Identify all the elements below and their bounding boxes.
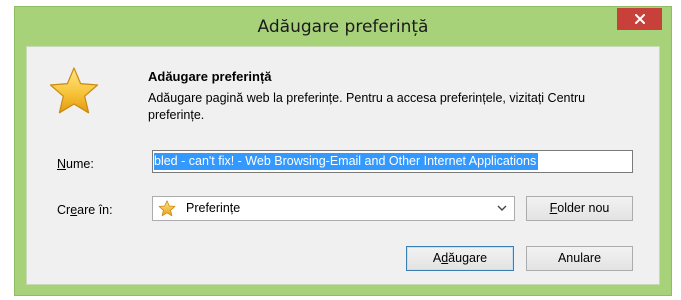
create-in-label: Creare în: [57,203,113,217]
name-label-accel: N [57,157,67,171]
cancel-button[interactable]: Anulare [526,246,633,271]
create-in-selected: Preferințe [186,201,241,215]
name-input-value: bled - can't fix! - Web Browsing-Email a… [154,153,539,170]
close-button[interactable] [617,8,662,30]
close-icon [634,14,645,24]
name-input[interactable]: bled - can't fix! - Web Browsing-Email a… [152,150,633,173]
favorites-folder-star-icon [158,200,176,217]
name-label: Nume: [57,157,94,171]
new-folder-button[interactable]: Folder nou [526,196,633,221]
create-in-dropdown[interactable]: Preferințe [152,196,515,221]
title-bar[interactable]: Adăugare preferință [15,7,671,45]
new-folder-label: older nou [557,201,610,215]
dialog-heading: Adăugare preferință [148,69,272,84]
star-icon [49,67,99,114]
add-label-pre: A [432,251,442,265]
chevron-down-icon [497,205,507,211]
window-title: Adăugare preferință [257,17,429,37]
name-label-text: ume: [66,157,94,171]
add-button[interactable]: Adăugare [406,246,514,271]
add-label-post: ăugare [448,251,488,265]
create-label-pre: Cr [57,203,71,217]
dialog-description: Adăugare pagină web la preferințe. Pentr… [148,91,586,122]
create-label-post: are în: [77,203,113,217]
